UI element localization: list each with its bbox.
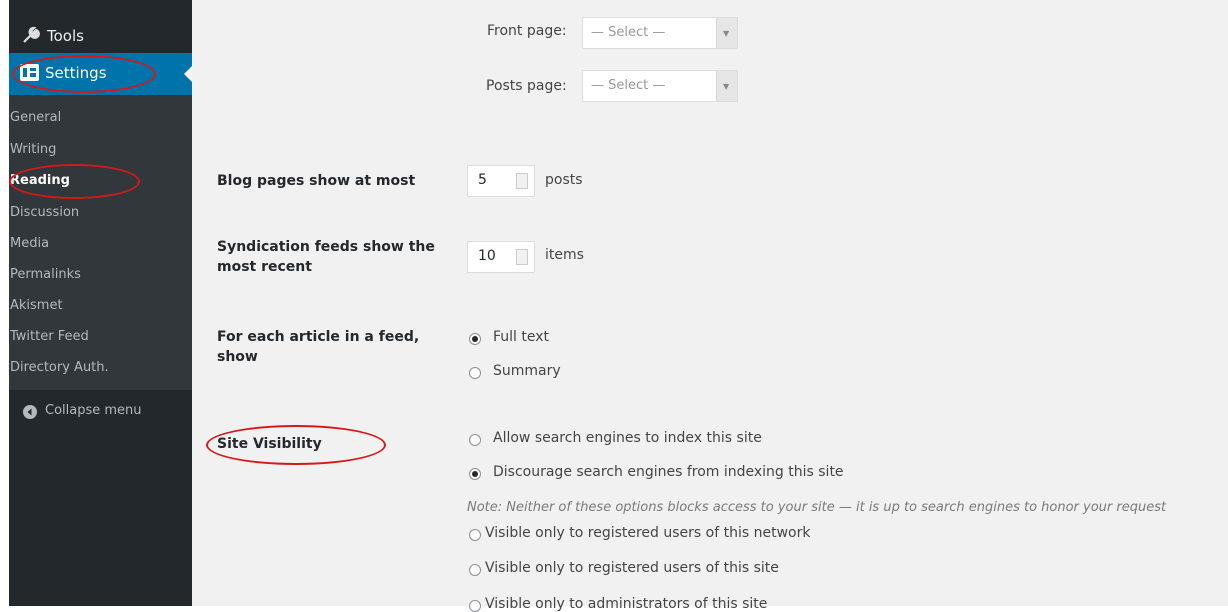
- submenu-item-writing[interactable]: Writing: [10, 142, 56, 157]
- visible-admins-radio[interactable]: [469, 600, 481, 612]
- submenu-item-permalinks[interactable]: Permalinks: [10, 267, 81, 282]
- full-text-radio[interactable]: [469, 333, 481, 345]
- posts-per-rss-input[interactable]: 10: [467, 241, 535, 273]
- submenu-item-discussion[interactable]: Discussion: [10, 205, 79, 220]
- visible-admins-label: Visible only to administrators of this s…: [485, 596, 768, 612]
- allow-indexing-label: Allow search engines to index this site: [493, 430, 762, 446]
- number-spinner-icon[interactable]: [516, 249, 528, 265]
- feed-article-label-line2: show: [217, 349, 258, 365]
- annotation-circle-site-visibility: [206, 425, 386, 465]
- annotation-circle-reading: [9, 164, 140, 199]
- feed-article-label-line1: For each article in a feed,: [217, 329, 420, 345]
- visible-network-label: Visible only to registered users of this…: [485, 525, 811, 541]
- syndication-label-line2: most recent: [217, 259, 312, 275]
- posts-page-select[interactable]: — Select — ▼: [582, 70, 738, 102]
- collapse-arrow-icon: [23, 405, 37, 419]
- discourage-indexing-label: Discourage search engines from indexing …: [493, 464, 844, 480]
- collapse-menu-label: Collapse menu: [45, 403, 142, 418]
- posts-per-page-value: 5: [478, 172, 487, 188]
- discourage-indexing-radio[interactable]: [469, 468, 481, 480]
- visible-site-label: Visible only to registered users of this…: [485, 560, 779, 576]
- posts-page-select-value: — Select —: [591, 78, 666, 93]
- submenu-item-general[interactable]: General: [10, 110, 61, 125]
- full-text-label: Full text: [493, 329, 550, 345]
- sidebar-item-tools[interactable]: Tools: [9, 19, 192, 53]
- visibility-note: Note: Neither of these options blocks ac…: [467, 500, 1167, 515]
- front-page-select-arrow: ▼: [716, 18, 737, 48]
- posts-per-page-input[interactable]: 5: [467, 165, 535, 197]
- blog-pages-label: Blog pages show at most: [217, 173, 416, 189]
- current-menu-arrow: [184, 66, 192, 82]
- posts-unit-label: posts: [545, 172, 583, 188]
- submenu-item-media[interactable]: Media: [10, 236, 49, 251]
- page: Tools Settings General Writing Reading D…: [0, 0, 1228, 612]
- settings-submenu: General Writing Reading Discussion Media…: [9, 95, 192, 390]
- posts-per-rss-value: 10: [478, 248, 496, 264]
- submenu-item-akismet[interactable]: Akismet: [10, 298, 63, 313]
- collapse-menu-button[interactable]: Collapse menu: [9, 402, 192, 426]
- sidebar-item-label: Tools: [47, 27, 84, 45]
- items-unit-label: items: [545, 247, 584, 263]
- reading-settings-form: Front page: — Select — ▼ Posts page: — S…: [192, 0, 1228, 612]
- number-spinner-icon[interactable]: [516, 173, 528, 189]
- wrench-icon: [23, 26, 40, 43]
- chevron-down-icon: ▼: [723, 29, 730, 38]
- summary-label: Summary: [493, 363, 561, 379]
- chevron-down-icon: ▼: [723, 82, 730, 91]
- syndication-label-line1: Syndication feeds show the: [217, 239, 435, 255]
- front-page-select-value: — Select —: [591, 25, 666, 40]
- front-page-select[interactable]: — Select — ▼: [582, 17, 738, 49]
- submenu-item-directory-auth[interactable]: Directory Auth.: [10, 360, 109, 375]
- visible-network-radio[interactable]: [469, 529, 481, 541]
- visible-site-radio[interactable]: [469, 564, 481, 576]
- summary-radio[interactable]: [469, 367, 481, 379]
- front-page-label: Front page:: [487, 23, 567, 39]
- posts-page-label: Posts page:: [486, 78, 567, 94]
- allow-indexing-radio[interactable]: [469, 434, 481, 446]
- submenu-item-twitter-feed[interactable]: Twitter Feed: [10, 329, 89, 344]
- posts-page-select-arrow: ▼: [716, 71, 737, 101]
- annotation-circle-settings: [12, 55, 156, 93]
